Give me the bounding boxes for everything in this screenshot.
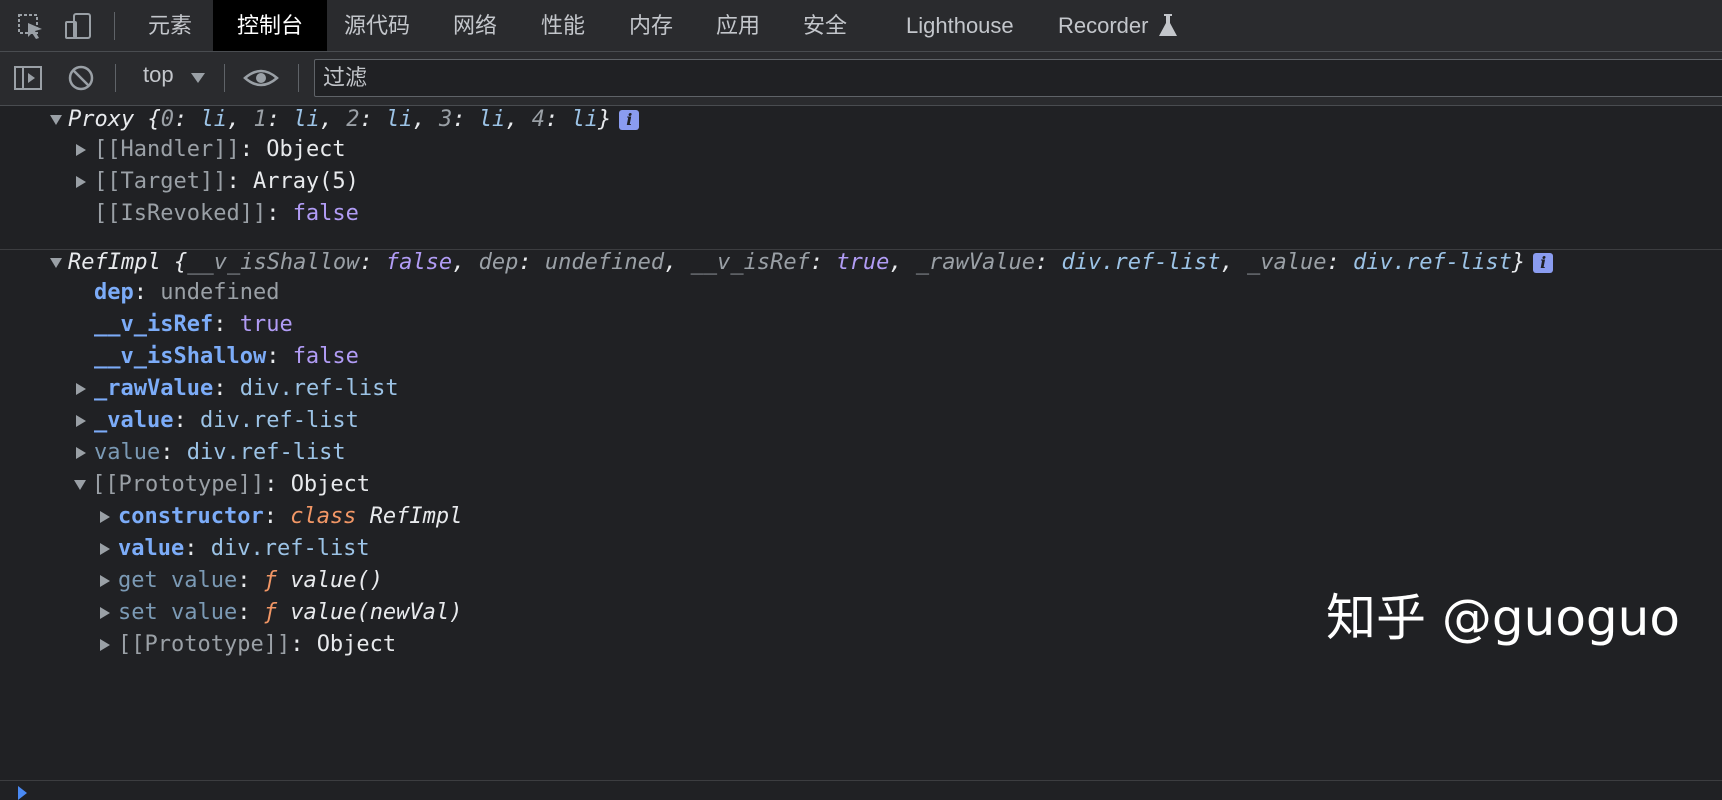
console-prompt-icon[interactable]: [18, 786, 27, 800]
proxy-summary-row[interactable]: Proxy {0: li, 1: li, 2: li, 3: li, 4: li…: [50, 104, 640, 136]
info-icon[interactable]: i: [1533, 253, 1554, 273]
expanded-arrow-icon[interactable]: [50, 115, 62, 125]
sidebar-toggle-icon[interactable]: [12, 62, 46, 99]
tree-row-handler[interactable]: [[Handler]]: Object: [76, 134, 346, 166]
tree-row-rawvalue[interactable]: _rawValue: div.ref-list: [76, 373, 399, 405]
tab-lighthouse[interactable]: Lighthouse: [882, 0, 1038, 51]
tree-row-setter[interactable]: set value: ƒ value(newVal): [100, 597, 462, 629]
tree-row-v-isref: __v_isRef: true: [94, 312, 293, 337]
tab-console[interactable]: 控制台: [213, 0, 328, 51]
filter-input[interactable]: [314, 59, 1722, 97]
collapsed-arrow-icon[interactable]: [76, 144, 86, 156]
tree-row-getter[interactable]: get value: ƒ value(): [100, 565, 383, 597]
tab-elements[interactable]: 元素: [124, 0, 216, 51]
refimpl-summary-row[interactable]: RefImpl {__v_isShallow: false, dep: unde…: [50, 247, 1554, 279]
tab-network[interactable]: 网络: [429, 0, 521, 51]
tab-application[interactable]: 应用: [692, 0, 784, 51]
tree-row-prototype[interactable]: [[Prototype]]: Object: [74, 469, 370, 501]
tree-row-value-private[interactable]: _value: div.ref-list: [76, 405, 359, 437]
expanded-arrow-icon[interactable]: [50, 258, 62, 268]
tab-security[interactable]: 安全: [779, 0, 871, 51]
tree-row-prototype-nested[interactable]: [[Prototype]]: Object: [100, 629, 396, 661]
collapsed-arrow-icon[interactable]: [76, 447, 86, 459]
tree-row-isrevoked: [[IsRevoked]]: false: [94, 201, 359, 226]
info-icon[interactable]: i: [619, 110, 640, 130]
console-message-proxy: Proxy {0: li, 1: li, 2: li, 3: li, 4: li…: [0, 106, 1722, 250]
console-toolbar: top: [0, 52, 1722, 106]
tree-row-target[interactable]: [[Target]]: Array(5): [76, 166, 359, 198]
console-message-refimpl: RefImpl {__v_isShallow: false, dep: unde…: [0, 249, 1722, 781]
collapsed-arrow-icon[interactable]: [100, 607, 110, 619]
collapsed-arrow-icon[interactable]: [100, 575, 110, 587]
toolbar-divider: [298, 64, 299, 92]
chevron-down-icon[interactable]: [191, 73, 205, 83]
collapsed-arrow-icon[interactable]: [76, 415, 86, 427]
tab-sources[interactable]: 源代码: [320, 0, 434, 51]
collapsed-arrow-icon[interactable]: [100, 543, 110, 555]
tab-performance[interactable]: 性能: [517, 0, 609, 51]
collapsed-arrow-icon[interactable]: [76, 176, 86, 188]
clear-console-icon[interactable]: [65, 62, 97, 99]
toolbar-divider: [114, 12, 115, 40]
tab-recorder[interactable]: Recorder: [1034, 0, 1154, 51]
zhihu-watermark: 知乎 @guoguo: [1326, 589, 1680, 647]
collapsed-arrow-icon[interactable]: [100, 511, 110, 523]
flask-icon: [1158, 12, 1178, 43]
inspect-element-icon[interactable]: [14, 10, 48, 42]
tree-row-dep: dep: undefined: [94, 280, 280, 305]
tree-row-v-isshallow: __v_isShallow: false: [94, 344, 359, 369]
device-toolbar-icon[interactable]: [62, 10, 96, 42]
devtools-tab-bar: 元素 控制台 源代码 网络 性能 内存 应用 安全 Lighthouse Rec…: [0, 0, 1722, 52]
tab-memory[interactable]: 内存: [605, 0, 697, 51]
toolbar-divider: [115, 64, 116, 92]
tree-row-constructor[interactable]: constructor: class RefImpl: [100, 501, 462, 533]
context-selector[interactable]: top: [143, 62, 174, 88]
tree-row-proto-value[interactable]: value: div.ref-list: [100, 533, 370, 565]
tree-row-value-accessor[interactable]: value: div.ref-list: [76, 437, 346, 469]
toolbar-divider: [224, 64, 225, 92]
expanded-arrow-icon[interactable]: [74, 480, 86, 490]
collapsed-arrow-icon[interactable]: [100, 639, 110, 651]
collapsed-arrow-icon[interactable]: [76, 383, 86, 395]
eye-icon[interactable]: [243, 62, 279, 99]
